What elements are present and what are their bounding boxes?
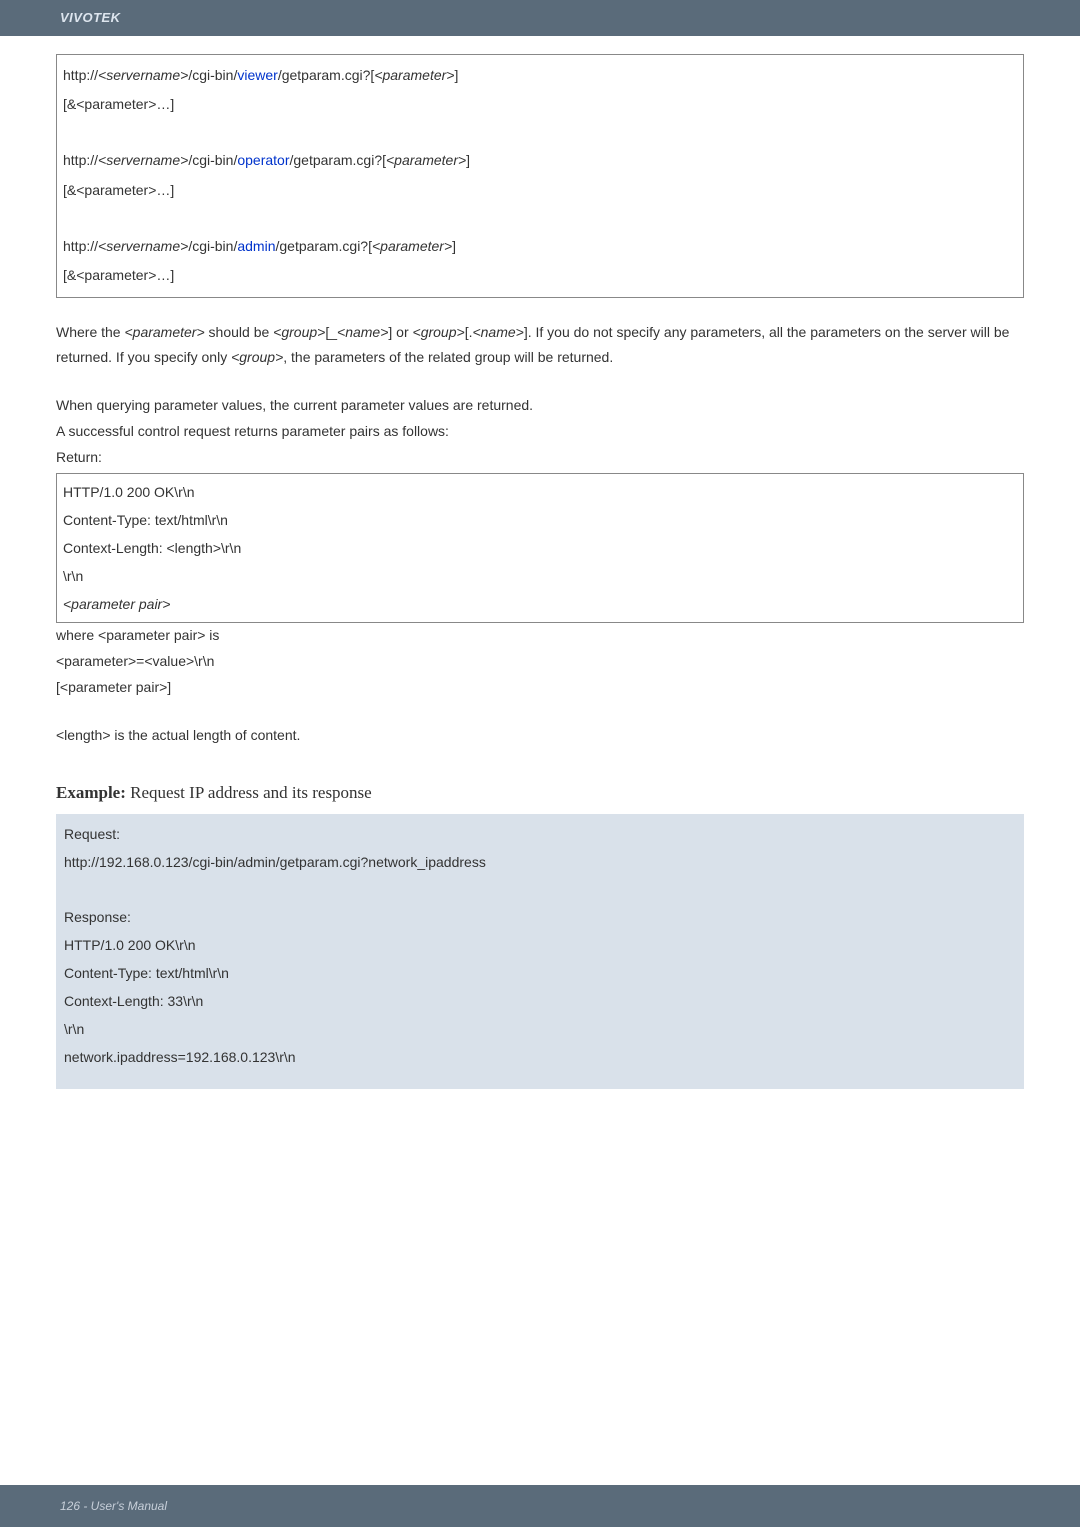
example-rest: Request IP address and its response (126, 783, 372, 802)
return-line-1: HTTP/1.0 200 OK\r\n (63, 478, 1017, 506)
syntax-line-6: [&<parameter>…] (63, 261, 1017, 290)
txt: /getparam.cgi?[ (278, 67, 375, 83)
return-label: Return: (56, 445, 1024, 471)
return-line-3: Context-Length: <length>\r\n (63, 534, 1017, 562)
example-response-1: HTTP/1.0 200 OK\r\n (64, 931, 1016, 959)
return-line-4: \r\n (63, 562, 1017, 590)
description-para-3: A successful control request returns par… (56, 419, 1024, 445)
blank-line (64, 876, 1016, 903)
syntax-line-4: [&<parameter>…] (63, 176, 1017, 205)
txt: /cgi-bin/ (188, 152, 237, 168)
example-label: Example: (56, 783, 126, 802)
name: <name> (472, 324, 523, 340)
return-line-5: <parameter pair> (63, 590, 1017, 618)
parameter: <parameter> (374, 67, 454, 83)
txt: http:// (63, 152, 98, 168)
parameter: <parameter> (386, 152, 466, 168)
return-line-2: Content-Type: text/html\r\n (63, 506, 1017, 534)
example-response-4: \r\n (64, 1015, 1016, 1043)
return-box: HTTP/1.0 200 OK\r\n Content-Type: text/h… (56, 473, 1024, 623)
parameter: <parameter> (124, 324, 204, 340)
txt: [_ (325, 324, 337, 340)
header-bar: VIVOTEK (0, 0, 1080, 36)
syntax-line-2: [&<parameter>…] (63, 90, 1017, 119)
txt: Where the (56, 324, 124, 340)
example-heading: Example: Request IP address and its resp… (56, 777, 1024, 808)
syntax-box: http://<servername>/cgi-bin/viewer/getpa… (56, 54, 1024, 298)
page-content: http://<servername>/cgi-bin/viewer/getpa… (0, 36, 1080, 1109)
footer-bar: 126 - User's Manual (0, 1485, 1080, 1527)
servername: <servername> (98, 238, 188, 254)
description-para-1: Where the <parameter> should be <group>[… (56, 320, 1024, 372)
example-response-5: network.ipaddress=192.168.0.123\r\n (64, 1043, 1016, 1071)
name: <name> (337, 324, 388, 340)
syntax-line-1: http://<servername>/cgi-bin/viewer/getpa… (63, 61, 1017, 90)
txt: /getparam.cgi?[ (275, 238, 372, 254)
blank-line (63, 205, 1017, 232)
length-note: <length> is the actual length of content… (56, 723, 1024, 749)
footer-text: 126 - User's Manual (60, 1499, 167, 1513)
txt: http:// (63, 238, 98, 254)
parameter: <parameter> (372, 238, 452, 254)
where-line-1: where <parameter pair> is (56, 623, 1024, 649)
brand-text: VIVOTEK (60, 10, 121, 25)
syntax-line-5: http://<servername>/cgi-bin/admin/getpar… (63, 232, 1017, 261)
group: <group> (231, 349, 283, 365)
role-operator: operator (237, 152, 289, 168)
description-para-2: When querying parameter values, the curr… (56, 393, 1024, 419)
group: <group> (413, 324, 465, 340)
example-request-label: Request: (64, 820, 1016, 848)
example-request-url: http://192.168.0.123/cgi-bin/admin/getpa… (64, 848, 1016, 876)
txt: http:// (63, 67, 98, 83)
txt: /cgi-bin/ (188, 67, 237, 83)
blank-line (63, 120, 1017, 147)
servername: <servername> (98, 152, 188, 168)
role-viewer: viewer (237, 67, 277, 83)
role-admin: admin (237, 238, 275, 254)
txt: , the parameters of the related group wi… (283, 349, 613, 365)
txt: /getparam.cgi?[ (290, 152, 387, 168)
txt: /cgi-bin/ (188, 238, 237, 254)
txt: should be (205, 324, 274, 340)
where-line-3: [<parameter pair>] (56, 675, 1024, 701)
example-response-3: Context-Length: 33\r\n (64, 987, 1016, 1015)
where-line-2: <parameter>=<value>\r\n (56, 649, 1024, 675)
txt: ] (466, 152, 470, 168)
example-response-2: Content-Type: text/html\r\n (64, 959, 1016, 987)
example-block: Request: http://192.168.0.123/cgi-bin/ad… (56, 814, 1024, 1089)
syntax-line-3: http://<servername>/cgi-bin/operator/get… (63, 146, 1017, 175)
group: <group> (273, 324, 325, 340)
example-response-label: Response: (64, 903, 1016, 931)
txt: ] (452, 238, 456, 254)
txt: ] or (388, 324, 412, 340)
servername: <servername> (98, 67, 188, 83)
txt: ] (454, 67, 458, 83)
